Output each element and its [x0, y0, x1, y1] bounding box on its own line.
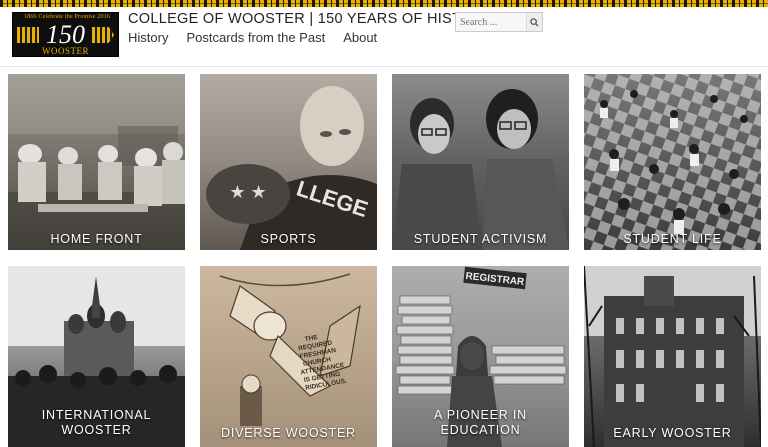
student-activism-photo	[392, 74, 569, 250]
tile-early-wooster[interactable]: EARLY WOOSTER	[584, 266, 761, 447]
tile-home-front[interactable]: HOME FRONT	[8, 74, 185, 250]
tile-student-life[interactable]: STUDENT LIFE	[584, 74, 761, 250]
tile-sports[interactable]: ★ ★ LLEGE SPORTS	[200, 74, 377, 250]
tile-label-line-1: INTERNATIONAL	[41, 408, 152, 422]
search-button[interactable]	[526, 13, 542, 31]
tile-label-line-2: WOOSTER	[61, 423, 132, 437]
tile-label: DIVERSE WOOSTER	[221, 426, 356, 440]
sports-photo: ★ ★ LLEGE	[200, 74, 377, 250]
search-form	[455, 12, 543, 32]
site-logo[interactable]: 1866 Celebrate the Promise 2016 150 WOOS…	[12, 12, 119, 57]
header-divider	[0, 66, 768, 67]
student-life-photo	[584, 74, 761, 250]
diverse-wooster-photo: THE REQUIRED FRESHMAN CHURCH ATTENDANCE …	[200, 266, 377, 447]
home-front-photo	[8, 74, 185, 250]
tile-label: A PIONEER IN EDUCATION	[392, 408, 569, 438]
nav-about[interactable]: About	[343, 30, 377, 45]
main-nav: History Postcards from the Past About	[128, 30, 377, 45]
search-icon	[530, 17, 539, 27]
tile-label: SPORTS	[260, 232, 317, 246]
logo-number: 150	[46, 20, 85, 49]
tile-label: STUDENT ACTIVISM	[413, 232, 548, 246]
logo-word: WOOSTER	[42, 46, 89, 56]
early-wooster-photo	[584, 266, 761, 447]
tile-label: INTERNATIONAL WOOSTER	[8, 408, 185, 438]
tile-pioneer-in-education[interactable]: REGISTRAR A PIONEER IN EDUCATION	[392, 266, 569, 447]
tile-label-line-2: EDUCATION	[440, 423, 521, 437]
search-input[interactable]	[456, 13, 526, 31]
tile-label: STUDENT LIFE	[623, 232, 722, 246]
tile-student-activism[interactable]: STUDENT ACTIVISM	[392, 74, 569, 250]
tile-label: HOME FRONT	[50, 232, 143, 246]
tile-label: EARLY WOOSTER	[613, 426, 732, 440]
tile-international-wooster[interactable]: INTERNATIONAL WOOSTER	[8, 266, 185, 447]
star-icons: ★ ★	[229, 182, 266, 202]
nav-postcards[interactable]: Postcards from the Past	[186, 30, 325, 45]
tile-label-line-1: A PIONEER IN	[434, 408, 527, 422]
tile-diverse-wooster[interactable]: THE REQUIRED FRESHMAN CHURCH ATTENDANCE …	[200, 266, 377, 447]
nav-history[interactable]: History	[128, 30, 168, 45]
site-title[interactable]: COLLEGE OF WOOSTER | 150 YEARS OF HISTOR…	[128, 11, 493, 27]
plaid-top-bar	[0, 0, 768, 7]
